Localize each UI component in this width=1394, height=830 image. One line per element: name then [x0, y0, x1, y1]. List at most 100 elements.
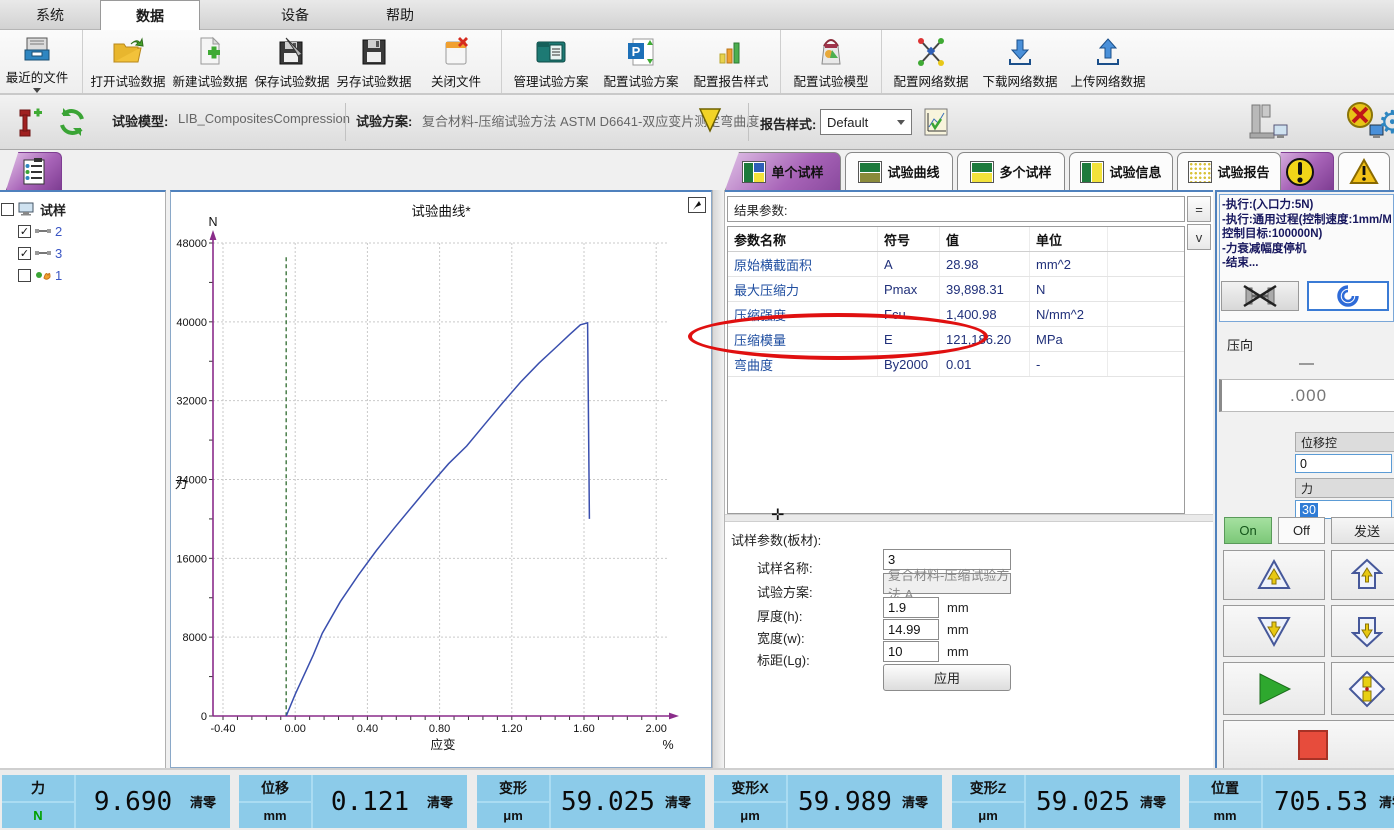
refresh-icon[interactable]: [55, 105, 89, 139]
download-network-button[interactable]: 下载网络数据: [976, 32, 1064, 91]
config-model-button[interactable]: 配置试验模型: [785, 32, 877, 91]
table-row[interactable]: 压缩模量 E 121,186.20 MPa: [728, 327, 1184, 352]
settings-gear-icon[interactable]: ⚙: [1378, 103, 1394, 141]
recent-files-button[interactable]: 最近的文件: [0, 32, 78, 91]
tab-test-report[interactable]: 试验报告: [1177, 152, 1281, 190]
tree-item-0-checkbox[interactable]: ✓: [18, 225, 31, 238]
channel-value: 59.025: [551, 775, 665, 828]
live-readings-bar: 力N 9.690 清零 位移mm 0.121 清零 变形μm 59.025 清零…: [0, 768, 1394, 830]
on-button[interactable]: On: [1224, 517, 1272, 544]
workspace: 试样 ✓ 2 ✓ 3 1 试验曲线* -0.40: [0, 150, 1394, 768]
zero-button[interactable]: 清零: [665, 775, 705, 828]
arrow-down-icon: [1351, 614, 1383, 648]
upload-network-button[interactable]: 上传网络数据: [1064, 32, 1152, 91]
manage-scheme-button[interactable]: 管理试验方案: [506, 32, 596, 91]
force-mode-label[interactable]: 力: [1295, 478, 1394, 498]
zero-button[interactable]: 清零: [902, 775, 942, 828]
tree-item[interactable]: ✓ 3: [0, 242, 165, 264]
list-page-icon: [22, 158, 46, 186]
reconnect-button[interactable]: [1307, 281, 1389, 311]
channel-value: 705.53: [1263, 775, 1379, 828]
divider: [748, 103, 749, 141]
menu-help[interactable]: 帮助: [350, 0, 450, 30]
new-data-button[interactable]: 新建试验数据: [169, 32, 251, 91]
table-row[interactable]: 原始横截面积 A 28.98 mm^2: [728, 252, 1184, 277]
save-as-floppy-icon: [359, 35, 389, 69]
new-specimen-icon[interactable]: [12, 107, 44, 139]
step-down-button[interactable]: [1331, 605, 1394, 657]
tab-specimen-list[interactable]: [6, 152, 62, 190]
close-file-button[interactable]: 关闭文件: [415, 32, 497, 91]
tab-warning[interactable]: [1338, 152, 1390, 190]
tab-single-specimen[interactable]: 单个试样: [725, 152, 841, 190]
off-button[interactable]: Off: [1278, 517, 1325, 544]
menu-device[interactable]: 设备: [245, 0, 345, 30]
arrow-up-icon: [1351, 558, 1383, 592]
tree-root-checkbox[interactable]: [1, 203, 14, 216]
table-row[interactable]: 压缩强度 Fcu 1,400.98 N/mm^2: [728, 302, 1184, 327]
vertical-splitter[interactable]: [712, 190, 725, 768]
save-floppy-pencil-icon: [276, 35, 308, 69]
specimen-name-label: 试样名称:: [757, 558, 813, 577]
extensometer-disabled-button[interactable]: [1221, 281, 1299, 311]
step-up-button[interactable]: [1331, 550, 1394, 600]
channel-name: 位置: [1189, 775, 1261, 803]
active-specimen-icon: [35, 269, 51, 281]
zero-button[interactable]: 清零: [427, 775, 467, 828]
report-style-button[interactable]: 配置报告样式: [686, 32, 776, 91]
gauge-label: 标距(Lg):: [757, 650, 810, 669]
start-test-button[interactable]: [1223, 662, 1325, 715]
gauge-input[interactable]: [883, 641, 939, 662]
fast-down-button[interactable]: [1223, 605, 1325, 657]
displacement-target-input[interactable]: 0: [1295, 454, 1392, 473]
tree-root[interactable]: 试样: [0, 198, 165, 220]
session-info-bar: 试验模型: LIB_CompositesCompression 试验方案: 复合…: [0, 95, 1394, 150]
horizontal-splitter[interactable]: ✛: [725, 514, 1213, 522]
channel-value: 9.690: [76, 775, 190, 828]
thickness-unit: mm: [947, 600, 969, 615]
tab-test-info[interactable]: 试验信息: [1069, 152, 1173, 190]
table-row[interactable]: 最大压缩力 Pmax 39,898.31 N: [728, 277, 1184, 302]
save-as-data-button[interactable]: 另存试验数据: [333, 32, 415, 91]
tab-test-curve[interactable]: 试验曲线: [845, 152, 953, 190]
save-data-button[interactable]: 保存试验数据: [251, 32, 333, 91]
tree-item-2-checkbox[interactable]: [18, 269, 31, 282]
tree-item-label: 1: [55, 268, 62, 283]
filter-triangle-icon[interactable]: [698, 107, 722, 133]
channel-name: 变形Z: [952, 775, 1024, 803]
open-folder-icon: [111, 35, 145, 69]
svg-text:P: P: [632, 44, 641, 59]
zero-button[interactable]: 清零: [1379, 775, 1394, 828]
tree-item[interactable]: ✓ 2: [0, 220, 165, 242]
stop-button[interactable]: [1223, 720, 1394, 770]
apply-button[interactable]: 应用: [883, 664, 1011, 691]
tab-multi-specimen[interactable]: 多个试样: [957, 152, 1065, 190]
send-button[interactable]: 发送: [1331, 517, 1394, 544]
thickness-input[interactable]: [883, 597, 939, 618]
channel-value: 0.121: [313, 775, 427, 828]
displacement-mode-label[interactable]: 位移控: [1295, 432, 1394, 452]
menu-system[interactable]: 系统: [0, 0, 100, 30]
width-input[interactable]: [883, 619, 939, 640]
zero-button[interactable]: 清零: [1140, 775, 1180, 828]
machine-status-icon[interactable]: [1248, 103, 1292, 143]
config-scheme-button[interactable]: P 配置试验方案: [596, 32, 686, 91]
open-data-button[interactable]: 打开试验数据: [87, 32, 169, 91]
scroll-down-button[interactable]: v: [1187, 224, 1211, 250]
table-row-bending-highlighted[interactable]: 弯曲度 By2000 0.01 -: [728, 352, 1184, 377]
tree-item-1-checkbox[interactable]: ✓: [18, 247, 31, 260]
zero-button[interactable]: 清零: [190, 775, 230, 828]
grip-specimen-button[interactable]: [1331, 662, 1394, 715]
svg-text:N: N: [208, 215, 217, 229]
menu-data[interactable]: 数据: [100, 0, 200, 30]
width-label: 宽度(w):: [757, 628, 805, 647]
report-preview-button[interactable]: [922, 107, 952, 137]
tree-root-label: 试样: [40, 200, 66, 219]
network-config-button[interactable]: 配置网络数据: [886, 32, 976, 91]
tree-item[interactable]: 1: [0, 264, 165, 286]
play-icon: [1254, 671, 1294, 707]
panel-menu-button[interactable]: =: [1187, 196, 1211, 222]
fast-up-button[interactable]: [1223, 550, 1325, 600]
width-unit: mm: [947, 622, 969, 637]
report-style-select[interactable]: Default: [820, 109, 912, 135]
